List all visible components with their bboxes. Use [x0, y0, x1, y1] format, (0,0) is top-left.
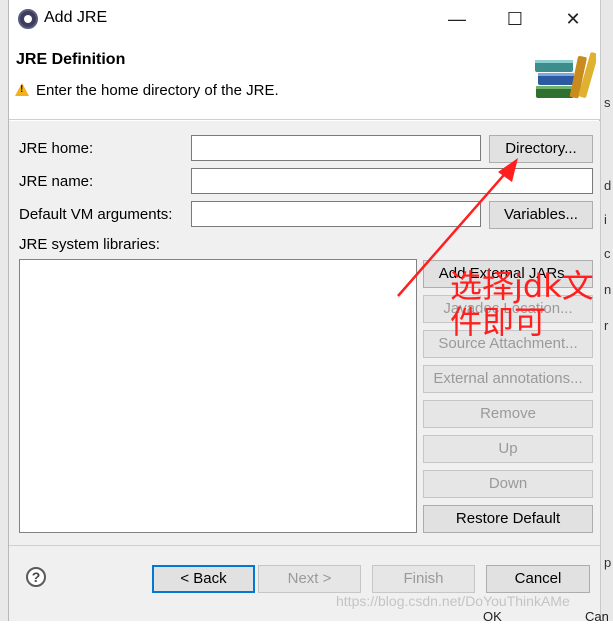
external-annotations-button[interactable]: External annotations...: [423, 365, 593, 393]
system-libraries-label: JRE system libraries:: [19, 236, 160, 253]
annotation-line-1: 选择jdk文: [450, 267, 594, 305]
cancel-button[interactable]: Cancel: [486, 565, 590, 593]
minimize-button[interactable]: —: [435, 3, 479, 35]
vm-arguments-label: Default VM arguments:: [19, 206, 173, 223]
footer-separator: [9, 545, 600, 546]
jre-name-label: JRE name:: [19, 173, 94, 190]
header-message: Enter the home directory of the JRE.: [36, 82, 279, 99]
library-books-icon: [535, 52, 596, 99]
jre-home-label: JRE home:: [19, 140, 94, 157]
down-button[interactable]: Down: [423, 470, 593, 498]
up-button[interactable]: Up: [423, 435, 593, 463]
background-ok-text: OK: [483, 609, 502, 624]
annotation-line-2: 件即可: [450, 303, 547, 341]
page-title: JRE Definition: [16, 51, 126, 68]
close-button[interactable]: ✕: [551, 3, 595, 35]
system-libraries-list[interactable]: [19, 259, 417, 533]
restore-default-button[interactable]: Restore Default: [423, 505, 593, 533]
help-icon[interactable]: ?: [26, 567, 46, 587]
background-cancel-text: Can: [585, 609, 609, 624]
warning-icon: [15, 83, 29, 96]
maximize-button[interactable]: ☐: [493, 3, 537, 35]
annotation-text: 选择jdk文 件即可: [450, 268, 594, 340]
remove-button[interactable]: Remove: [423, 400, 593, 428]
background-window-right: sdi cnr p: [600, 0, 613, 621]
back-button[interactable]: < Back: [152, 565, 255, 593]
next-button[interactable]: Next >: [258, 565, 361, 593]
eclipse-icon: [18, 9, 38, 29]
background-window-bottom: OK Can: [9, 609, 609, 624]
finish-button[interactable]: Finish: [372, 565, 475, 593]
window-title: Add JRE: [44, 9, 108, 26]
watermark: https://blog.csdn.net/DoYouThinkAMe: [336, 593, 570, 609]
